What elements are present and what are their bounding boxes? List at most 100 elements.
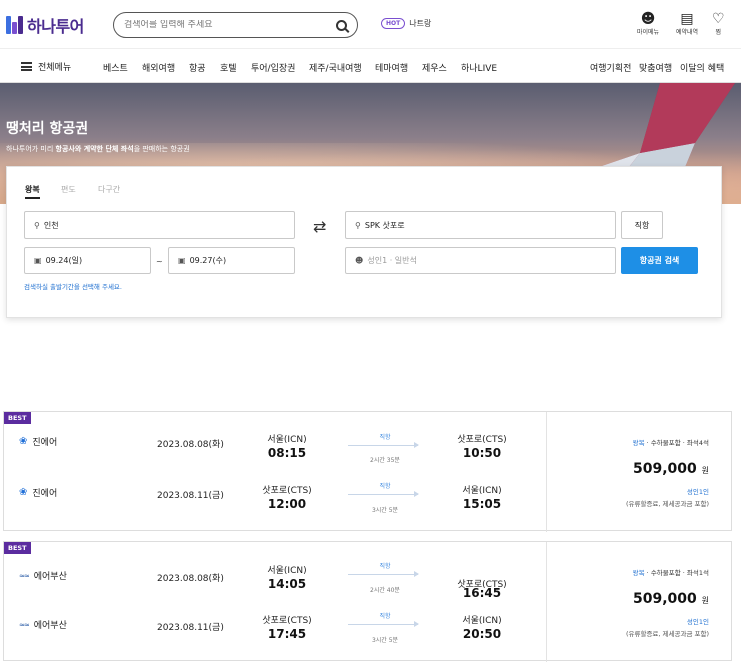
nav-item-theme[interactable]: 테마여행 — [375, 61, 408, 74]
return-date-field[interactable]: ▣ 09.27(수) — [168, 247, 295, 274]
departure-time: 14:05 — [267, 577, 307, 591]
tab-multicity[interactable]: 다구간 — [98, 184, 120, 195]
all-menu-label: 전체메뉴 — [38, 63, 72, 73]
nav-item-tour[interactable]: 투어/입장권 — [251, 61, 295, 74]
reservation-button[interactable]: ▤ 예약내역 — [676, 11, 698, 36]
trip-type: 왕복 — [632, 569, 645, 577]
arrival-city: 삿포로(CTS) — [457, 435, 507, 445]
flight-duration: 3시간 5분 — [371, 507, 399, 514]
flight-duration: 3시간 5분 — [371, 637, 399, 644]
flight-arrow-icon — [348, 442, 419, 448]
hero-sub-bold: 항공사와 계약한 단체 좌석 — [55, 145, 134, 153]
date-range-separator: ~ — [156, 257, 163, 266]
mypage-button[interactable]: ☻ 마이메뉴 — [637, 11, 659, 36]
fare-options: 왕복 · 수하물포함 · 좌석4석 — [632, 439, 709, 447]
logo-mark-icon — [6, 16, 24, 34]
airline-name: 에어부산 — [33, 572, 67, 582]
airline: ❀ 진에어 — [19, 486, 57, 499]
airbusan-logo-icon: ≈≈ — [19, 620, 30, 629]
hanatour-logo[interactable]: 하나투어 — [6, 13, 84, 37]
nav-item-zeus[interactable]: 제우스 — [422, 61, 447, 74]
direct-label: 직항 — [379, 483, 391, 490]
direct-label: 직항 — [379, 563, 391, 570]
flight-duration: 2시간 40분 — [370, 587, 400, 594]
fare-price: 509,000 원 — [633, 461, 709, 477]
hero-sub-post: 을 판매하는 항공권 — [133, 145, 190, 153]
fare-options: 왕복 · 수하물포함 · 좌석1석 — [632, 569, 709, 577]
flight-search-button[interactable]: 항공권 검색 — [621, 247, 698, 274]
swap-icon[interactable]: ⇄ — [313, 217, 326, 236]
depart-date-field[interactable]: ▣ 09.24(일) — [24, 247, 151, 274]
arrival-city: 서울(ICN) — [462, 616, 502, 626]
seats-left: 좌석4석 — [686, 439, 709, 447]
hot-keyword-text[interactable]: 나트랑 — [409, 18, 431, 29]
departure-city: 삿포로(CTS) — [262, 616, 312, 626]
departure-city: 서울(ICN) — [267, 566, 307, 576]
airbusan-logo-icon: ≈≈ — [19, 571, 30, 580]
nav-item-live[interactable]: 하나LIVE — [461, 61, 497, 74]
flight-leg-return: ❀ 진에어 2023.08.11(금) 삿포로(CTS) 12:00 직항 3시간… — [4, 474, 546, 524]
arrival-time: 15:05 — [462, 497, 502, 511]
hot-keyword[interactable]: HOT 나트랑 — [381, 18, 431, 29]
flight-arrow-icon — [348, 571, 419, 577]
main-nav: 전체메뉴 베스트 해외여행 항공 호텔 투어/입장권 제주/국내여행 테마여행 … — [0, 48, 741, 83]
airline-name: 진에어 — [32, 489, 58, 499]
destination-field[interactable]: ⚲ SPK 삿포로 — [345, 211, 616, 239]
jinair-logo-icon: ❀ — [19, 436, 28, 447]
document-icon: ▤ — [680, 11, 694, 27]
tab-oneway[interactable]: 편도 — [61, 184, 76, 195]
departure-time: 08:15 — [267, 446, 307, 460]
tab-roundtrip[interactable]: 왕복 — [25, 184, 40, 199]
search-icon[interactable] — [336, 19, 347, 31]
hero-title: 땡처리 항공권 — [6, 121, 89, 137]
airline-name: 에어부산 — [33, 621, 67, 631]
passenger-field[interactable]: ☻ 성인1 · 일반석 — [345, 247, 616, 274]
flight-date: 2023.08.08(화) — [157, 574, 224, 584]
trip-type: 왕복 — [632, 439, 645, 447]
price-value: 509,000 — [632, 461, 697, 477]
flight-date: 2023.08.08(화) — [157, 440, 224, 450]
global-search[interactable] — [113, 12, 358, 38]
nav-item-air[interactable]: 항공 — [189, 61, 206, 74]
reservation-label: 예약내역 — [676, 29, 699, 36]
direct-label: 직항 — [379, 434, 391, 441]
user-icon: ☻ — [640, 11, 656, 27]
currency: 원 — [701, 596, 709, 605]
nav-item-jeju[interactable]: 제주/국내여행 — [309, 61, 362, 74]
departure-time: 17:45 — [267, 627, 307, 641]
flight-arrow-icon — [348, 491, 419, 497]
nav-item-best[interactable]: 베스트 — [103, 61, 128, 74]
all-menu-button[interactable]: 전체메뉴 — [21, 60, 71, 73]
flight-leg-return: ≈≈ 에어부산 2023.08.11(금) 삿포로(CTS) 17:45 직항 3… — [4, 604, 546, 654]
baggage-info: 수하물포함 — [650, 439, 681, 447]
flight-arrow-icon — [348, 621, 419, 627]
nav-item-overseas[interactable]: 해외여행 — [142, 61, 175, 74]
location-pin-icon: ⚲ — [355, 220, 361, 230]
nav-item-hotel[interactable]: 호텔 — [220, 61, 237, 74]
currency: 원 — [701, 466, 709, 475]
depart-date-value: 09.24(일) — [45, 256, 83, 265]
arrival-city: 서울(ICN) — [462, 486, 502, 496]
nav-item-benefit[interactable]: 이달의 혜택 — [680, 61, 724, 74]
nav-item-custom[interactable]: 맞춤여행 — [639, 61, 672, 74]
flight-result-card[interactable]: BEST ≈≈ 에어부산 2023.08.08(화) 서울(ICN) 14:05 … — [3, 541, 732, 662]
passenger-count: 성인1인 — [686, 618, 709, 626]
origin-field[interactable]: ⚲ 인천 — [24, 211, 295, 239]
price-value: 509,000 — [632, 591, 697, 607]
passenger-count: 성인1인 — [686, 488, 709, 496]
flight-result-card[interactable]: BEST ❀ 진에어 2023.08.08(화) 서울(ICN) 08:15 직항… — [3, 411, 733, 532]
direct-label: 직항 — [379, 613, 391, 620]
destination-value: SPK 삿포로 — [364, 220, 405, 230]
fee-note: (유류할증료, 제세공과금 포함) — [625, 500, 709, 508]
calendar-icon: ▣ — [34, 256, 42, 265]
passenger-value: 성인1 · 일반석 — [367, 256, 417, 265]
price-column: 왕복 · 수하물포함 · 좌석4석 509,000 원 성인1인 (유류할증료,… — [546, 412, 733, 532]
flight-leg-outbound: ❀ 진에어 2023.08.08(화) 서울(ICN) 08:15 직항 2시간 … — [4, 422, 546, 472]
hero-subtitle: 하나투어가 미리 항공사와 계약한 단체 좌석을 판매하는 항공권 — [6, 144, 190, 154]
nav-item-exhibition[interactable]: 여행기획전 — [590, 61, 631, 74]
fare-price: 509,000 원 — [633, 591, 709, 607]
wish-button[interactable]: ♡ 찜 — [712, 11, 725, 36]
flight-date: 2023.08.11(금) — [157, 623, 224, 633]
direct-flight-button[interactable]: 직항 — [621, 211, 663, 239]
search-input[interactable] — [124, 20, 336, 30]
